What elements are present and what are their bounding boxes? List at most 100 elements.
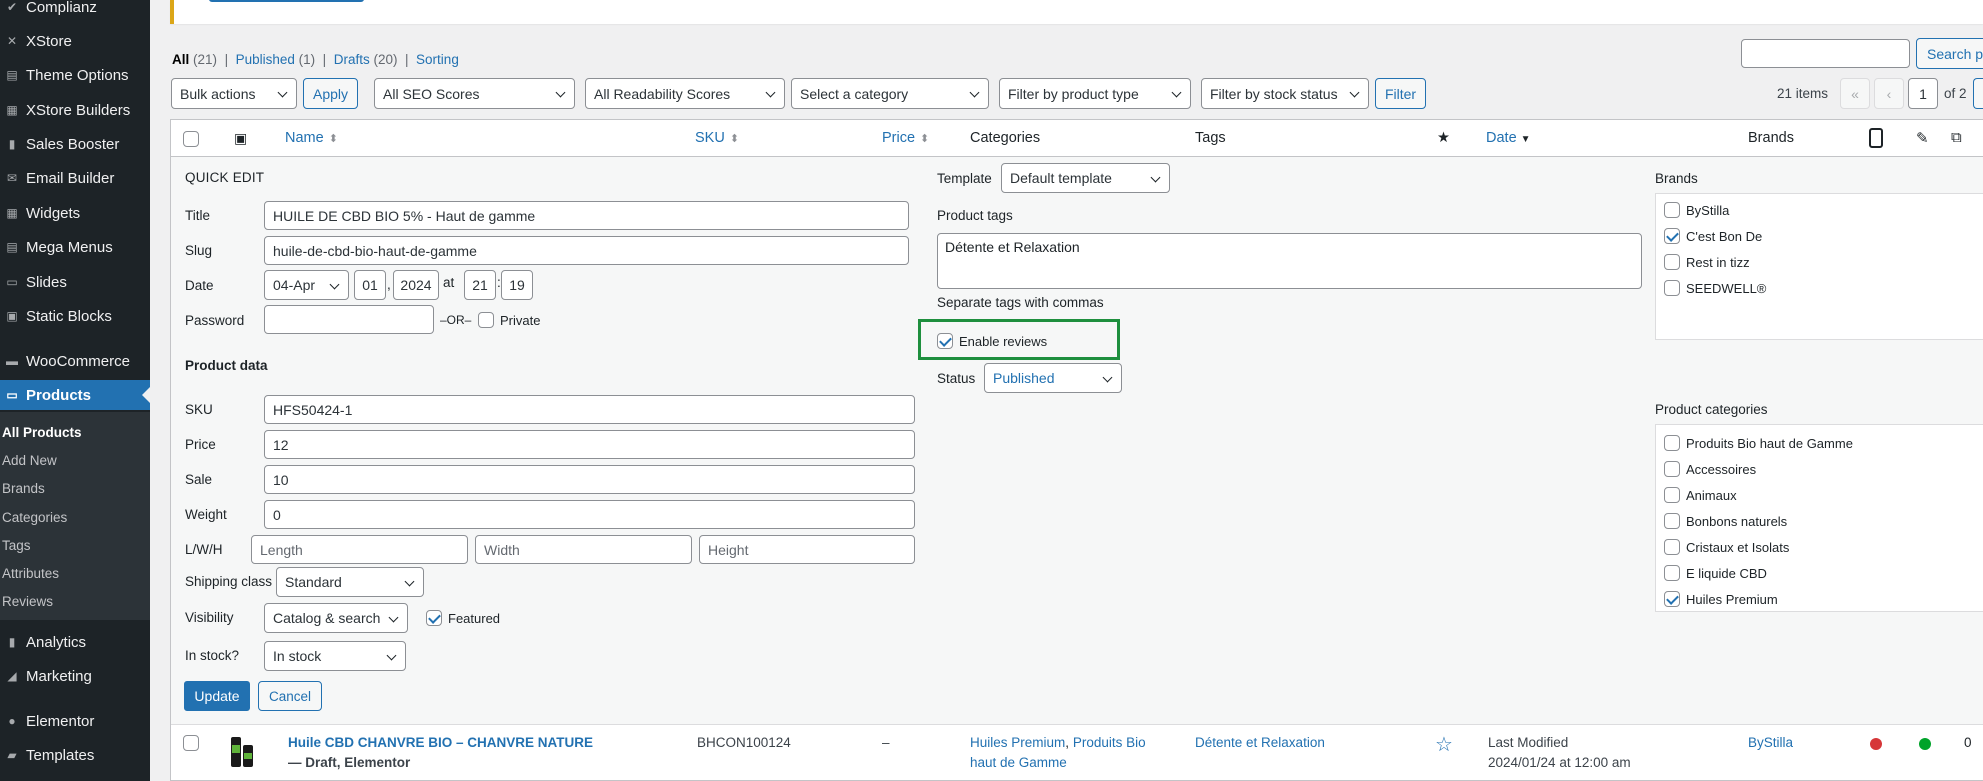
view-drafts[interactable]: Drafts (334, 52, 370, 67)
row-category-link[interactable]: Produits Bio (1073, 735, 1146, 750)
category-checkbox[interactable] (1664, 565, 1680, 581)
brand-checkbox[interactable] (1664, 202, 1680, 218)
category-checkbox[interactable] (1664, 591, 1680, 607)
menu-templates[interactable]: ▰ Templates (0, 740, 150, 770)
category-checkbox[interactable] (1664, 513, 1680, 529)
brand-checkbox[interactable] (1664, 280, 1680, 296)
menu-products[interactable]: ▭ Products (0, 380, 150, 410)
weight-input[interactable]: 0 (264, 500, 915, 529)
column-sku[interactable]: SKU (695, 130, 739, 146)
readability-pen-icon[interactable]: ✎ (1916, 129, 1929, 147)
month-select[interactable]: 04-Apr (264, 270, 349, 300)
day-input[interactable]: 01 (354, 270, 386, 300)
minute-input[interactable]: 19 (501, 270, 533, 300)
notice-button[interactable] (209, 0, 364, 2)
search-input[interactable] (1741, 39, 1910, 68)
title-input[interactable]: HUILE DE CBD BIO 5% - Haut de gamme (264, 201, 909, 230)
product-type-select[interactable]: Filter by product type (999, 78, 1191, 109)
category-option[interactable]: Cristaux et Isolats (1664, 539, 1789, 555)
apply-button[interactable]: Apply (303, 78, 358, 109)
category-option[interactable]: Bonbons naturels (1664, 513, 1787, 529)
view-all[interactable]: All (172, 52, 189, 67)
product-thumbnail[interactable] (225, 733, 257, 769)
menu-complianz[interactable]: ✔ Complianz (0, 0, 150, 22)
menu-theme-options[interactable]: ▤ Theme Options (0, 60, 150, 90)
view-published[interactable]: Published (236, 52, 295, 67)
menu-elementor[interactable]: ● Elementor (0, 706, 150, 736)
password-input[interactable] (264, 305, 434, 334)
sale-input[interactable]: 10 (264, 465, 915, 494)
category-option[interactable]: Animaux (1664, 487, 1737, 503)
menu-static-blocks[interactable]: ▣ Static Blocks (0, 301, 150, 331)
product-title-link[interactable]: Huile CBD CHANVRE BIO – CHANVRE NATURE (288, 735, 593, 750)
category-checkbox[interactable] (1664, 487, 1680, 503)
category-option[interactable]: Produits Bio haut de Gamme (1664, 435, 1853, 451)
row-category-link[interactable]: haut de Gamme (970, 755, 1067, 770)
category-option[interactable]: E liquide CBD (1664, 565, 1767, 581)
brand-option[interactable]: C'est Bon De (1664, 228, 1762, 244)
category-checkbox[interactable] (1664, 539, 1680, 555)
select-all-checkbox[interactable] (183, 131, 199, 147)
status-select[interactable]: Published (984, 363, 1122, 393)
category-option[interactable]: Huiles Premium (1664, 591, 1778, 607)
category-option[interactable]: Accessoires (1664, 461, 1756, 477)
seo-score-select[interactable]: All SEO Scores (374, 78, 575, 109)
next-page-button[interactable] (1973, 78, 1983, 109)
submenu-categories[interactable]: Categories (2, 510, 67, 525)
category-checkbox[interactable] (1664, 461, 1680, 477)
submenu-all-products[interactable]: All Products (2, 425, 82, 440)
seo-traffic-icon[interactable] (1869, 128, 1883, 148)
current-page-input[interactable]: 1 (1908, 78, 1938, 109)
shipping-class-select[interactable]: Standard (276, 567, 424, 597)
brand-option[interactable]: SEEDWELL® (1664, 280, 1766, 296)
category-checkbox[interactable] (1664, 435, 1680, 451)
year-input[interactable]: 2024 (393, 270, 439, 300)
brand-checkbox[interactable] (1664, 254, 1680, 270)
stock-select[interactable]: In stock (264, 641, 406, 671)
column-date[interactable]: Date ▼ (1486, 130, 1531, 146)
brand-option[interactable]: Rest in tizz (1664, 254, 1750, 270)
featured-checkbox[interactable] (426, 610, 442, 626)
slug-input[interactable]: huile-de-cbd-bio-haut-de-gamme (264, 236, 909, 265)
menu-mega-menus[interactable]: ▤ Mega Menus (0, 232, 150, 262)
enable-reviews-option[interactable]: Enable reviews (937, 333, 1047, 349)
brand-option[interactable]: ByStilla (1664, 202, 1729, 218)
filter-button[interactable]: Filter (1375, 78, 1426, 109)
enable-reviews-checkbox[interactable] (937, 333, 953, 349)
menu-xstore[interactable]: ✕ XStore (0, 26, 150, 56)
template-select[interactable]: Default template (1001, 163, 1170, 193)
column-name[interactable]: Name (285, 130, 338, 146)
row-category-link[interactable]: Huiles Premium (970, 735, 1065, 750)
sku-input[interactable]: HFS50424-1 (264, 395, 915, 424)
column-featured-star-icon[interactable]: ★ (1437, 130, 1450, 146)
hour-input[interactable]: 21 (464, 270, 496, 300)
prev-page-button[interactable]: ‹ (1874, 78, 1904, 109)
cancel-button[interactable]: Cancel (258, 681, 322, 711)
featured-option[interactable]: Featured (426, 610, 500, 626)
menu-xstore-builders[interactable]: ▦ XStore Builders (0, 95, 150, 125)
price-input[interactable]: 12 (264, 430, 915, 459)
category-select[interactable]: Select a category (791, 78, 989, 109)
row-brand-link[interactable]: ByStilla (1748, 735, 1793, 750)
private-checkbox[interactable] (478, 312, 494, 328)
bulk-actions-select[interactable]: Bulk actions (171, 78, 297, 109)
product-tags-textarea[interactable]: Détente et Relaxation (937, 233, 1642, 289)
readability-select[interactable]: All Readability Scores (585, 78, 785, 109)
menu-analytics[interactable]: ▮ Analytics (0, 627, 150, 657)
row-tag-link[interactable]: Détente et Relaxation (1195, 735, 1325, 750)
length-input[interactable]: Length (251, 535, 468, 564)
private-option[interactable]: Private (478, 312, 540, 328)
view-sorting[interactable]: Sorting (416, 52, 459, 67)
visibility-select[interactable]: Catalog & search (264, 603, 408, 633)
search-products-button[interactable]: Search pr (1916, 38, 1983, 69)
update-button[interactable]: Update (184, 681, 250, 711)
links-icon[interactable]: ⧉ (1951, 129, 1962, 146)
width-input[interactable]: Width (475, 535, 692, 564)
first-page-button[interactable]: « (1840, 78, 1870, 109)
submenu-add-new[interactable]: Add New (2, 453, 57, 468)
featured-star-icon[interactable]: ☆ (1435, 732, 1453, 757)
menu-slides[interactable]: ▭ Slides (0, 267, 150, 297)
column-price[interactable]: Price (882, 130, 929, 146)
submenu-reviews[interactable]: Reviews (2, 594, 53, 609)
menu-marketing[interactable]: ◢ Marketing (0, 661, 150, 691)
